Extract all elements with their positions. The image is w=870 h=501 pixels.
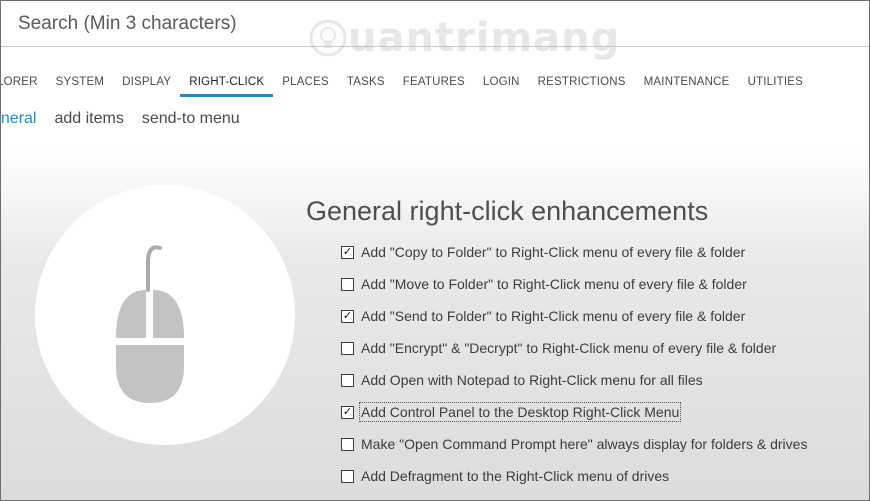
option-move-to-folder[interactable]: Add "Move to Folder" to Right-Click menu…: [341, 268, 807, 300]
section-title: General right-click enhancements: [306, 196, 709, 226]
tab-right-click[interactable]: RIGHT-CLICK: [180, 72, 274, 97]
tab-maintenance[interactable]: MAINTENANCE: [635, 72, 739, 97]
option-send-to-folder[interactable]: ✓ Add "Send to Folder" to Right-Click me…: [341, 300, 807, 332]
checkbox-move-to-folder[interactable]: [341, 277, 354, 291]
tab-login[interactable]: LOGIN: [474, 72, 529, 97]
checkbox-open-with-notepad[interactable]: [341, 373, 354, 387]
checkbox-control-panel[interactable]: ✓: [341, 405, 354, 419]
mouse-icon: [116, 245, 184, 403]
option-defragment[interactable]: Add Defragment to the Right-Click menu o…: [341, 460, 807, 492]
checkbox-defragment[interactable]: [341, 469, 354, 483]
checkbox-command-prompt[interactable]: [341, 437, 354, 451]
tab-explorer[interactable]: LORER: [0, 72, 47, 97]
tab-system[interactable]: SYSTEM: [47, 72, 114, 97]
tab-display[interactable]: DISPLAY: [113, 72, 180, 97]
subtab-general[interactable]: eneral: [0, 110, 36, 128]
option-command-prompt[interactable]: Make "Open Command Prompt here" always d…: [341, 428, 807, 460]
tab-features[interactable]: FEATURES: [394, 72, 474, 97]
subtab-send-to-menu[interactable]: send-to menu: [142, 110, 240, 128]
tab-restrictions[interactable]: RESTRICTIONS: [529, 72, 635, 97]
checkbox-send-to-folder[interactable]: ✓: [341, 309, 354, 323]
option-encrypt-decrypt[interactable]: Add "Encrypt" & "Decrypt" to Right-Click…: [341, 332, 807, 364]
option-label: Add "Move to Folder" to Right-Click menu…: [361, 276, 747, 292]
subtabs: eneral add items send-to menu: [0, 110, 240, 128]
tab-places[interactable]: PLACES: [273, 72, 338, 97]
checkbox-encrypt-decrypt[interactable]: [341, 341, 354, 355]
tab-tasks[interactable]: TASKS: [338, 72, 394, 97]
option-control-panel[interactable]: ✓ Add Control Panel to the Desktop Right…: [341, 396, 807, 428]
option-label: Add "Encrypt" & "Decrypt" to Right-Click…: [361, 340, 777, 356]
option-label: Add "Send to Folder" to Right-Click menu…: [361, 308, 746, 324]
tab-utilities[interactable]: UTILITIES: [739, 72, 812, 97]
option-label: Add Open with Notepad to Right-Click men…: [361, 372, 703, 388]
checkbox-copy-to-folder[interactable]: ✓: [341, 245, 354, 259]
option-label: Make "Open Command Prompt here" always d…: [361, 436, 808, 452]
option-label: Add Defragment to the Right-Click menu o…: [361, 468, 670, 484]
search-bar: [0, 0, 870, 47]
option-open-with-notepad[interactable]: Add Open with Notepad to Right-Click men…: [341, 364, 807, 396]
option-copy-to-folder[interactable]: ✓ Add "Copy to Folder" to Right-Click me…: [341, 236, 807, 268]
search-input[interactable]: [16, 8, 840, 40]
option-label: Add "Copy to Folder" to Right-Click menu…: [361, 244, 746, 260]
subtab-add-items[interactable]: add items: [54, 110, 123, 128]
options-list: ✓ Add "Copy to Folder" to Right-Click me…: [341, 236, 807, 492]
option-label: Add Control Panel to the Desktop Right-C…: [358, 402, 682, 422]
nav-tabs: LORER SYSTEM DISPLAY RIGHT-CLICK PLACES …: [0, 72, 812, 97]
